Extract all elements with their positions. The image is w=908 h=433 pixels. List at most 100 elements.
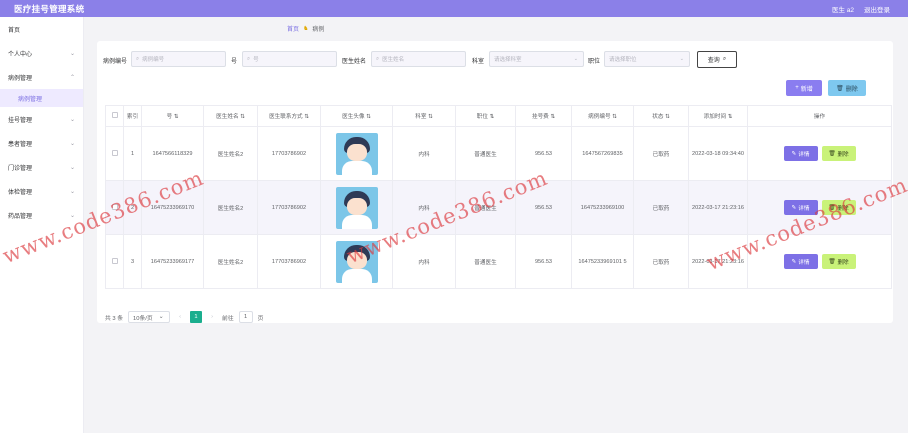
cell-no: 1647566118329	[141, 126, 204, 181]
header-time[interactable]: 添加时间 ⇅	[688, 105, 748, 127]
breadcrumb-separator-icon: ♞	[303, 26, 309, 32]
query-label: 查询	[707, 58, 720, 64]
detail-button[interactable]: ✎ 详情	[783, 254, 818, 269]
total-count: 共 3 条	[105, 315, 124, 322]
header-no[interactable]: 号 ⇅	[141, 105, 204, 127]
top-bar: 医疗挂号管理系统 医生 a2 退出登录	[0, 0, 908, 17]
sidebar-item-label: 挂号管理	[8, 117, 33, 124]
table-row: 3 16475233969177 医生姓名2 17703786902 内科 普通…	[105, 234, 892, 289]
dept-placeholder: 请选择科室	[494, 57, 522, 63]
chevron-down-icon: ⌄	[69, 164, 75, 171]
cell-index: 1	[123, 126, 142, 181]
search-icon: ⌕	[136, 55, 140, 62]
cell-dept: 内科	[392, 180, 456, 235]
row-checkbox[interactable]	[105, 180, 124, 235]
doctor-name-placeholder: 医生姓名	[382, 57, 405, 63]
header-position[interactable]: 职位 ⇅	[455, 105, 516, 127]
header-avatar[interactable]: 医生头像 ⇅	[320, 105, 393, 127]
cell-actions: ✎ 详情 🗑 删除	[747, 126, 892, 181]
sidebar-item-profile[interactable]: 个人中心 ⌄	[0, 41, 83, 65]
doctor-avatar[interactable]	[335, 240, 378, 283]
search-label-no: 号	[231, 59, 238, 65]
cell-case-no: 1647567269835	[571, 126, 634, 181]
edit-icon: ✎	[791, 258, 797, 265]
main-content: 首页 ♞ 病例 病例编号 ⌕ 病例编号 号 ⌕ 号 医生姓名 ⌕ 医生姓名 科室…	[84, 17, 908, 433]
detail-button[interactable]: ✎ 详情	[783, 200, 818, 215]
sidebar-item-label: 门诊管理	[8, 165, 33, 172]
sidebar: 首页 个人中心 ⌄ 病例管理 ⌃ 病例管理 挂号管理 ⌄ 患者管理 ⌄ 门诊管理…	[0, 17, 84, 433]
add-label: 新增	[800, 86, 813, 93]
header-fee[interactable]: 挂号费 ⇅	[515, 105, 572, 127]
edit-icon: ✎	[791, 204, 797, 211]
sidebar-item-label: 药品管理	[8, 213, 33, 220]
cell-index: 3	[123, 234, 142, 289]
sidebar-item-patients[interactable]: 患者管理 ⌄	[0, 131, 83, 155]
cell-avatar	[320, 234, 393, 289]
search-icon: ⌕	[722, 56, 727, 62]
trash-icon: 🗑	[828, 150, 836, 157]
doctor-name-input[interactable]: ⌕ 医生姓名	[371, 51, 466, 67]
cell-fee: 956.53	[515, 180, 572, 235]
detail-button[interactable]: ✎ 详情	[783, 146, 818, 161]
sidebar-item-drugs[interactable]: 药品管理 ⌄	[0, 203, 83, 227]
sidebar-item-home[interactable]: 首页	[0, 17, 83, 41]
sidebar-item-case-management[interactable]: 病例管理 ⌃	[0, 65, 83, 89]
chevron-down-icon: ⌄	[158, 314, 164, 320]
row-delete-button[interactable]: 🗑 删除	[821, 254, 856, 269]
table-header-row: 索引 号 ⇅ 医生姓名 ⇅ 医生联系方式 ⇅ 医生头像 ⇅ 科室 ⇅ 职位 ⇅ …	[105, 105, 892, 127]
cell-phone: 17703786902	[257, 180, 321, 235]
search-bar: 病例编号 ⌕ 病例编号 号 ⌕ 号 医生姓名 ⌕ 医生姓名 科室 请选择科室 ⌄…	[103, 51, 883, 69]
sidebar-item-registration[interactable]: 挂号管理 ⌄	[0, 107, 83, 131]
row-checkbox[interactable]	[105, 126, 124, 181]
row-delete-button[interactable]: 🗑 删除	[821, 146, 856, 161]
chevron-down-icon: ⌄	[69, 188, 75, 195]
header-case-no[interactable]: 病例编号 ⇅	[571, 105, 634, 127]
sidebar-item-checkup[interactable]: 体检管理 ⌄	[0, 179, 83, 203]
header-dept[interactable]: 科室 ⇅	[392, 105, 456, 127]
page-size-value: 10条/页	[133, 315, 153, 322]
dept-select[interactable]: 请选择科室 ⌄	[489, 51, 584, 67]
logout-link[interactable]: 退出登录	[864, 4, 890, 14]
trash-icon: 🗑	[828, 258, 836, 265]
add-button[interactable]: + 新增	[786, 80, 822, 96]
cell-fee: 956.53	[515, 234, 572, 289]
case-no-input[interactable]: ⌕ 病例编号	[131, 51, 226, 67]
search-icon: ⌕	[376, 55, 380, 62]
search-label-case-no: 病例编号	[103, 59, 128, 65]
search-label-dept: 科室	[472, 59, 485, 65]
batch-delete-button[interactable]: 🗑 删除	[828, 80, 866, 96]
position-select[interactable]: 请选择职位 ⌄	[604, 51, 690, 67]
select-all-checkbox[interactable]	[105, 105, 124, 127]
next-page-icon[interactable]: ›	[207, 311, 217, 323]
cell-doctor: 医生姓名2	[203, 180, 258, 235]
goto-page-input[interactable]: 1	[238, 311, 253, 323]
breadcrumb-current: 病例	[312, 27, 325, 33]
goto-label: 前往	[222, 315, 234, 322]
search-label-doctor: 医生姓名	[342, 59, 367, 65]
pagination: 共 3 条 10条/页 ⌄ ‹ 1 › 前往 1 页	[105, 311, 263, 323]
doctor-avatar[interactable]	[335, 132, 378, 175]
page-size-select[interactable]: 10条/页 ⌄	[128, 311, 171, 323]
search-icon: ⌕	[247, 55, 251, 62]
breadcrumb-home[interactable]: 首页	[287, 24, 299, 33]
header-phone[interactable]: 医生联系方式 ⇅	[257, 105, 321, 127]
sidebar-item-outpatient[interactable]: 门诊管理 ⌄	[0, 155, 83, 179]
table-row: 1 1647566118329 医生姓名2 17703786902 内科 普通医…	[105, 126, 892, 181]
no-input[interactable]: ⌕ 号	[242, 51, 337, 67]
prev-page-icon[interactable]: ‹	[175, 311, 185, 323]
current-page-button[interactable]: 1	[190, 311, 203, 323]
query-button[interactable]: 查询 ⌕	[697, 51, 737, 68]
cell-phone: 17703786902	[257, 234, 321, 289]
edit-icon: ✎	[791, 150, 797, 157]
cell-phone: 17703786902	[257, 126, 321, 181]
cell-fee: 956.53	[515, 126, 572, 181]
sidebar-subitem-case-management[interactable]: 病例管理	[0, 89, 83, 107]
header-doctor[interactable]: 医生姓名 ⇅	[203, 105, 258, 127]
cell-no: 16475233969177	[141, 234, 204, 289]
header-status[interactable]: 状态 ⇅	[633, 105, 689, 127]
row-checkbox[interactable]	[105, 234, 124, 289]
cell-time: 2022-03-17 21:23:16	[688, 234, 748, 289]
row-delete-button[interactable]: 🗑 删除	[821, 200, 856, 215]
doctor-avatar[interactable]	[335, 186, 378, 229]
cell-case-no: 16475233969101 5	[571, 234, 634, 289]
